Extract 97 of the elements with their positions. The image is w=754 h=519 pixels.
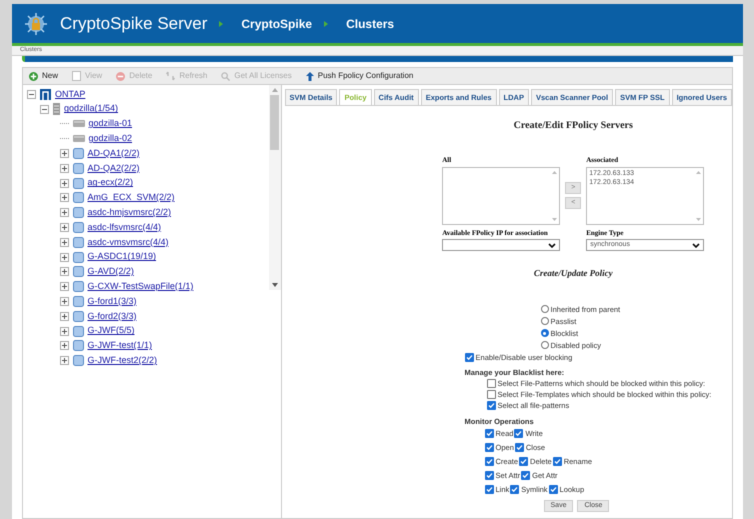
scroll-down-icon[interactable]	[272, 283, 278, 287]
expand-toggle-icon[interactable]	[60, 312, 68, 321]
checkbox[interactable]	[484, 428, 494, 438]
expand-toggle-icon[interactable]	[60, 252, 68, 262]
checkbox[interactable]	[484, 456, 494, 466]
tree-node-link[interactable]: asdc-vmsvmsrc(4/4)	[88, 236, 169, 250]
tree-node-link[interactable]: ONTAP	[55, 88, 86, 102]
expand-toggle-icon[interactable]	[60, 208, 68, 218]
checkbox[interactable]	[510, 484, 520, 494]
tree-node-link[interactable]: asdc-lfsvmsrc(4/4)	[88, 220, 162, 234]
checkbox[interactable]	[521, 470, 530, 480]
tree-node-link[interactable]: AD-QA1(2/2)	[88, 146, 140, 160]
volume-icon	[72, 207, 84, 218]
tree-node-link[interactable]: G-CXW-TestSwapFile(1/1)	[88, 280, 194, 294]
volume-icon	[72, 310, 84, 322]
checkbox[interactable]	[514, 428, 524, 438]
expand-toggle-icon[interactable]	[60, 223, 68, 232]
checkbox[interactable]	[486, 400, 496, 410]
checkbox[interactable]	[464, 352, 474, 362]
toolbar-button[interactable]: New	[29, 70, 58, 82]
tree-node-link[interactable]: AD-QA2(2/2)	[88, 162, 140, 176]
tree-node-link[interactable]: G-ford1(3/3)	[88, 294, 137, 308]
volume-icon	[72, 252, 84, 263]
tree-node-link[interactable]: AmG_ECX_SVM(2/2)	[88, 191, 175, 205]
volume-icon	[72, 222, 84, 234]
volume-icon	[72, 236, 84, 248]
tree-node-link[interactable]: G-JWF-test2(2/2)	[88, 354, 158, 368]
chevron-down-icon	[692, 242, 700, 248]
checkbox[interactable]	[484, 470, 494, 480]
expand-toggle-icon[interactable]	[60, 178, 68, 188]
search-icon	[221, 72, 230, 80]
checkbox[interactable]	[552, 456, 562, 466]
volume-icon	[72, 266, 84, 278]
checkbox[interactable]	[514, 442, 524, 452]
scrollbar[interactable]	[268, 85, 281, 290]
expand-toggle-icon[interactable]	[60, 341, 68, 350]
volume-icon	[72, 162, 84, 174]
expand-toggle-icon[interactable]	[60, 326, 68, 336]
up-arrow-icon	[306, 72, 314, 80]
checkbox[interactable]	[486, 378, 496, 388]
volume-icon	[72, 326, 84, 337]
scrollbar-thumb[interactable]	[270, 95, 280, 150]
volume-icon	[72, 340, 84, 352]
drive-icon	[72, 120, 84, 128]
radio-button[interactable]	[540, 329, 549, 337]
checkbox[interactable]	[519, 456, 528, 466]
volume-icon	[72, 281, 84, 292]
document-icon	[72, 71, 82, 81]
checkbox[interactable]	[486, 390, 496, 398]
tree-node-link[interactable]: G-JWF(5/5)	[88, 324, 134, 338]
chevron-down-icon	[548, 242, 556, 248]
server-icon	[53, 103, 60, 116]
chevron-right-icon	[324, 20, 328, 26]
collapse-toggle-icon[interactable]	[27, 90, 36, 99]
radio-button[interactable]	[540, 305, 549, 313]
volume-icon	[72, 296, 84, 308]
cluster-icon	[40, 88, 51, 100]
breadcrumb-link[interactable]: CryptoSpike	[241, 14, 312, 32]
radio-button[interactable]	[540, 341, 549, 349]
checkbox[interactable]	[548, 484, 558, 494]
plus-icon	[29, 72, 38, 80]
tree-node-link[interactable]: G-JWF-test(1/1)	[88, 339, 152, 353]
tree-node-link[interactable]: ag-ecx(2/2)	[88, 176, 134, 190]
expand-toggle-icon[interactable]	[60, 297, 68, 306]
collapse-toggle-icon[interactable]	[40, 104, 49, 114]
refresh-icon	[166, 71, 176, 81]
app-logo-icon	[24, 12, 48, 36]
dropdown-select[interactable]	[442, 239, 560, 251]
volume-icon	[72, 178, 84, 189]
breadcrumb-link[interactable]: Clusters	[346, 14, 394, 32]
tree-node-link[interactable]: godzilla-02	[88, 132, 132, 146]
expand-toggle-icon[interactable]	[60, 164, 68, 173]
drive-icon	[72, 135, 84, 142]
expand-toggle-icon[interactable]	[60, 282, 68, 292]
volume-icon	[72, 355, 84, 366]
tree-node-link[interactable]: G-ASDC1(19/19)	[88, 250, 156, 264]
tree-node-link[interactable]: godzilla(1/54)	[64, 102, 118, 116]
volume-icon	[72, 192, 84, 204]
tree-node-link[interactable]: godzilla-01	[88, 117, 132, 131]
minus-icon	[116, 72, 126, 80]
section-title: Create/Edit FPolicy Servers	[514, 119, 633, 133]
expand-toggle-icon[interactable]	[60, 149, 68, 158]
tree-node-link[interactable]: G-AVD(2/2)	[88, 265, 134, 279]
chevron-right-icon	[219, 20, 224, 26]
tree-node-link[interactable]: asdc-hmjsvmsrc(2/2)	[88, 206, 172, 220]
expand-toggle-icon[interactable]	[60, 193, 68, 202]
expand-toggle-icon[interactable]	[60, 238, 68, 247]
volume-icon	[72, 148, 84, 160]
checkbox[interactable]	[484, 484, 494, 494]
expand-toggle-icon[interactable]	[60, 356, 68, 366]
checkbox[interactable]	[484, 442, 494, 452]
toolbar-button[interactable]: Push Fpolicy Configuration	[306, 70, 414, 82]
radio-button[interactable]	[540, 317, 549, 325]
app-title: CryptoSpike Server	[60, 12, 208, 35]
expand-toggle-icon[interactable]	[60, 267, 68, 276]
section-title: Create/Update Policy	[534, 267, 613, 280]
tree-node-link[interactable]: G-ford2(3/3)	[88, 310, 137, 324]
